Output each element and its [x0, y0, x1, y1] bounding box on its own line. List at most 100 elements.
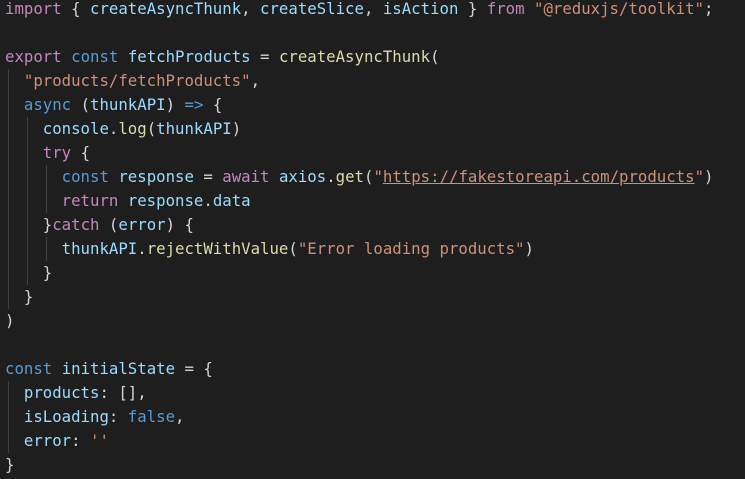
code-token: ( — [80, 95, 91, 114]
code-token: catch — [52, 215, 100, 234]
code-token: ) — [165, 215, 176, 234]
code-line: } — [5, 285, 33, 309]
code-token: "Error loading products" — [297, 239, 525, 258]
code-token: } — [23, 287, 34, 306]
code-line: import { createAsyncThunk, createSlice, … — [5, 0, 713, 21]
code-token: { — [212, 95, 223, 114]
code-line: products: [], — [5, 381, 147, 405]
code-token: : — [71, 431, 91, 450]
code-token: . — [137, 239, 147, 258]
code-token: log — [118, 119, 147, 138]
code-line: return response.data — [5, 189, 251, 213]
code-token: const — [5, 359, 53, 378]
code-token: ( — [430, 47, 440, 66]
code-token: : — [99, 383, 119, 402]
code-token: ) — [231, 119, 242, 138]
code-token: '' — [90, 431, 109, 450]
code-token: createAsyncThunk — [278, 47, 431, 66]
code-token: , — [137, 383, 147, 402]
code-line: }catch (error) { — [5, 213, 194, 237]
code-token: createSlice — [260, 0, 364, 18]
code-token: => — [184, 95, 204, 114]
code-token: const — [61, 167, 109, 186]
code-token: ( — [288, 239, 298, 258]
code-token: rejectWithValue — [146, 239, 289, 258]
code-line: error: '' — [5, 429, 109, 453]
code-token: response — [127, 191, 204, 210]
code-token: = — [175, 359, 204, 378]
code-token: initialState — [61, 359, 176, 378]
code-token: ) — [524, 239, 534, 258]
code-token: createAsyncThunk — [90, 0, 242, 18]
code-token: export — [5, 47, 62, 66]
code-token: . — [108, 119, 119, 138]
code-line: export const fetchProducts = createAsync… — [5, 45, 440, 69]
code-token: const — [71, 47, 119, 66]
code-token: , — [363, 0, 383, 18]
code-token: try — [42, 143, 72, 162]
code-token: await — [222, 167, 270, 186]
code-token: ) — [704, 167, 714, 186]
code-line: console.log(thunkAPI) — [5, 117, 241, 141]
code-token: " — [694, 167, 705, 186]
code-token: = — [250, 47, 279, 66]
code-line: isLoading: false, — [5, 405, 185, 429]
code-token: ) — [5, 311, 15, 330]
url-link[interactable]: https://fakestoreapi.com/products — [383, 167, 695, 186]
code-token: false — [127, 407, 176, 426]
code-line: const initialState = { — [5, 357, 213, 381]
code-line: } — [5, 453, 14, 477]
code-token: get — [335, 167, 364, 186]
code-token: ( — [146, 119, 157, 138]
code-token: console — [42, 119, 109, 138]
code-token: . — [203, 191, 213, 210]
code-editor[interactable]: import { createAsyncThunk, createSlice, … — [0, 0, 745, 479]
code-line: "products/fetchProducts", — [5, 69, 260, 93]
code-token: " — [373, 167, 383, 186]
code-line: async (thunkAPI) => { — [5, 93, 222, 117]
code-token: } — [42, 263, 53, 282]
code-token: thunkAPI — [156, 119, 232, 138]
code-token: axios — [278, 167, 327, 186]
code-token: error — [23, 431, 72, 450]
code-token: thunkAPI — [61, 239, 138, 258]
code-token: "@reduxjs/toolkit" — [534, 0, 705, 18]
code-token: } — [42, 215, 53, 234]
code-line: } — [5, 261, 52, 285]
code-token: from — [486, 0, 525, 18]
code-token: { — [71, 0, 81, 18]
code-token: thunkAPI — [90, 95, 166, 114]
code-token: = — [193, 167, 223, 186]
code-token: { — [184, 215, 194, 234]
code-token: , — [250, 71, 261, 90]
code-token: return — [61, 191, 119, 210]
code-token: . — [326, 167, 336, 186]
code-token: import — [5, 0, 62, 18]
code-token: response — [118, 167, 194, 186]
code-token: "products/fetchProducts" — [23, 71, 251, 90]
code-token: : — [108, 407, 128, 426]
code-token: isAction — [382, 0, 459, 18]
code-token: ) — [165, 95, 176, 114]
code-token: { — [203, 359, 213, 378]
code-line: ) — [5, 309, 14, 333]
code-token: [] — [118, 383, 138, 402]
code-token: , — [175, 407, 185, 426]
code-token: isLoading — [23, 407, 109, 426]
code-token: async — [23, 95, 72, 114]
